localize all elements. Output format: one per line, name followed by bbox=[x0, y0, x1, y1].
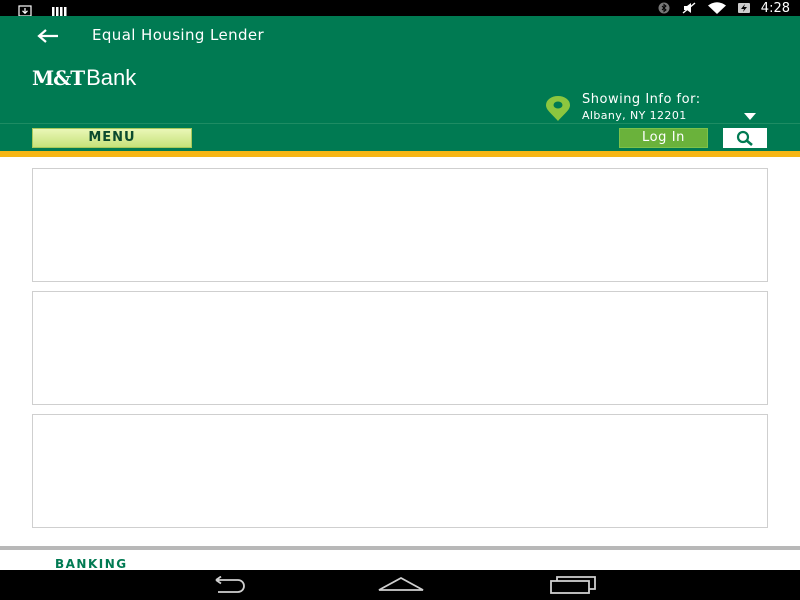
logo-mark: M&T bbox=[32, 66, 85, 90]
page-title: Equal Housing Lender bbox=[92, 26, 265, 44]
bluetooth-icon bbox=[658, 2, 670, 14]
content-card[interactable] bbox=[32, 168, 768, 282]
login-button[interactable]: Log In bbox=[619, 128, 708, 148]
menu-bar: MENU Log In bbox=[0, 123, 800, 151]
app-header: Equal Housing Lender M&TBank Showing Inf… bbox=[0, 16, 800, 123]
location-selector[interactable]: Albany, NY 12201 bbox=[582, 109, 687, 122]
system-nav-bar bbox=[0, 570, 800, 600]
location-pin-icon bbox=[546, 96, 570, 121]
accent-stripe bbox=[0, 151, 800, 157]
mute-icon bbox=[682, 2, 696, 14]
back-arrow-icon[interactable] bbox=[36, 28, 60, 44]
content-card[interactable] bbox=[32, 414, 768, 528]
logo-name: Bank bbox=[86, 65, 137, 90]
status-right-icons: 4:28 bbox=[657, 0, 790, 16]
app-screen: 4:28 Equal Housing Lender M&TBank Showin… bbox=[0, 0, 800, 600]
footer-divider bbox=[0, 546, 800, 550]
location-label: Showing Info for: bbox=[582, 92, 701, 107]
status-time: 4:28 bbox=[760, 0, 790, 16]
banking-section-label[interactable]: BANKING bbox=[55, 557, 128, 571]
content-card[interactable] bbox=[32, 291, 768, 405]
nav-home-icon[interactable] bbox=[377, 576, 425, 594]
battery-charging-icon bbox=[737, 3, 750, 13]
status-left-icons bbox=[18, 2, 69, 17]
status-bar: 4:28 bbox=[0, 0, 800, 17]
wifi-icon bbox=[707, 2, 726, 14]
menu-button[interactable]: MENU bbox=[32, 128, 192, 148]
nav-back-icon[interactable] bbox=[206, 576, 252, 594]
bank-logo[interactable]: M&TBank bbox=[32, 65, 136, 91]
search-icon bbox=[736, 130, 753, 146]
dropdown-caret-icon[interactable] bbox=[744, 113, 756, 121]
nav-recent-apps-icon[interactable] bbox=[549, 575, 597, 595]
search-button[interactable] bbox=[723, 128, 767, 148]
